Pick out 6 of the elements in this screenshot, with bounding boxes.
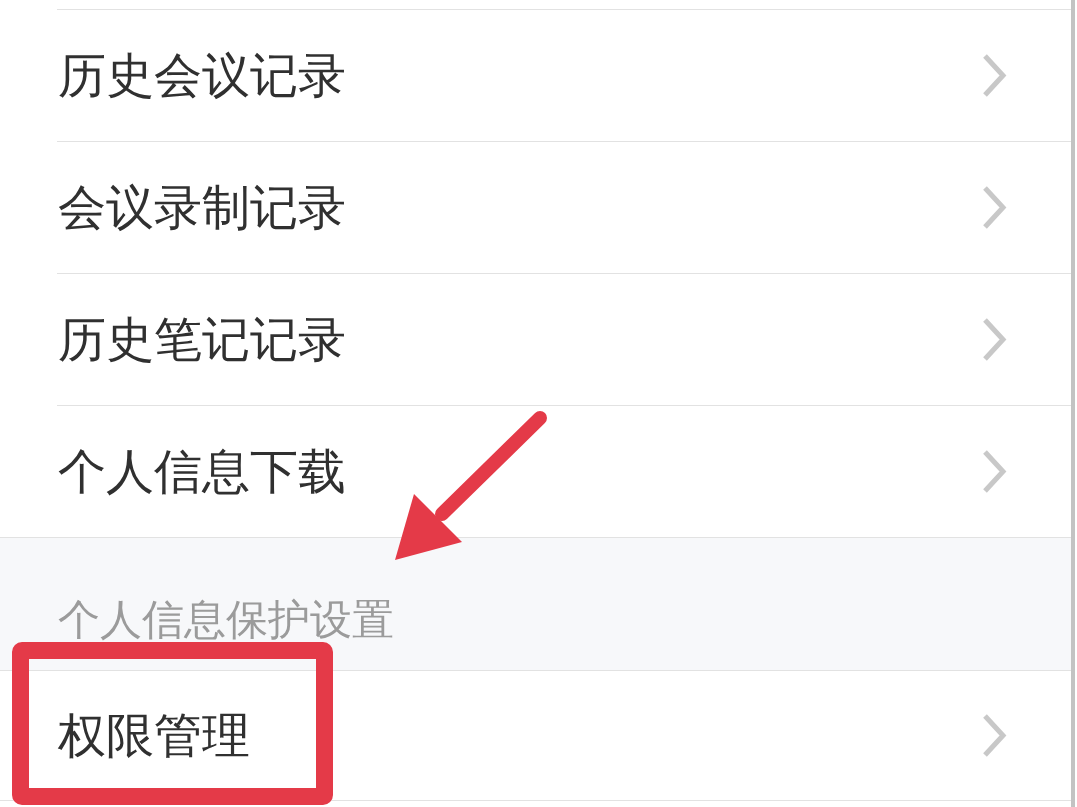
chevron-right-icon bbox=[982, 54, 1008, 97]
chevron-right-icon bbox=[982, 186, 1008, 229]
section-title: 个人信息保护设置 bbox=[58, 599, 394, 641]
chevron-right-icon bbox=[982, 450, 1008, 493]
chevron-right-icon bbox=[982, 318, 1008, 361]
chevron-right-icon bbox=[982, 714, 1008, 757]
